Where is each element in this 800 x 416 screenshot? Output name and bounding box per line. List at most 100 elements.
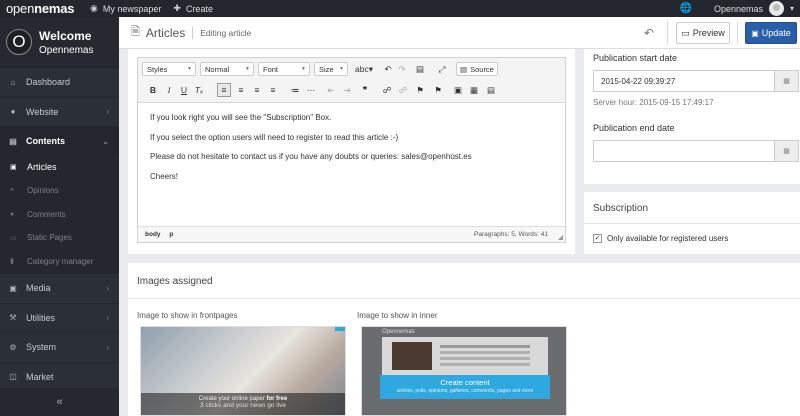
indent-icon[interactable]: ⇥ [341,83,353,97]
opennemas-logo[interactable]: opennemas [0,1,78,16]
sidebar-item-market[interactable]: ◫ Market [0,361,119,392]
flag-icon[interactable]: ⚑ [432,83,444,97]
registered-users-checkbox[interactable]: ✓ [593,234,602,243]
reply-back-icon[interactable]: ↶ [644,26,654,40]
align-justify-icon[interactable]: ≡ [267,83,279,97]
dashboard-icon: ◉ [90,3,98,13]
home-icon: ⌂ [10,77,16,87]
resize-handle[interactable] [558,235,563,240]
thumbnail-photo [392,342,432,370]
sidebar: O Welcome Opennemas ⌂ Dashboard ● Websit… [0,17,119,416]
sidebar-subitem-articles[interactable]: ▣ Articles [0,155,119,179]
sidebar-item-system[interactable]: ⚙ System › [0,332,119,362]
inner-image-thumbnail[interactable]: Opennemas Create content articles, polls… [361,326,567,416]
image-icon[interactable]: ▣ [452,83,464,97]
path-body[interactable]: body [145,231,161,238]
blockquote-icon[interactable]: ❞ [359,83,371,97]
preview-button[interactable]: ▭ Preview [676,22,730,44]
format-select[interactable]: Normal ▼ [200,62,254,76]
bold-icon[interactable]: B [147,83,159,97]
thumbnail-corner-badge [335,327,345,331]
sidebar-subitem-comments[interactable]: ● Comments [0,202,119,226]
link-icon[interactable]: ☍ [381,83,393,97]
caret-down-icon: ▼ [301,66,306,72]
styles-select[interactable]: Styles ▼ [142,62,196,76]
calendar-icon[interactable]: ▦ [774,141,798,161]
editor-content[interactable]: If you look right you will see the "Subs… [150,113,555,191]
path-p[interactable]: p [169,231,173,238]
welcome-name: Opennemas [39,44,94,56]
publication-panel: Publication start date 2015-04-22 09:39:… [584,49,800,184]
paragraph: If you look right you will see the "Subs… [150,113,332,122]
caret-down-icon: ▼ [187,66,192,72]
spellcheck-icon[interactable]: abc▾ [354,62,374,76]
sidebar-item-website[interactable]: ● Website › [0,96,119,127]
font-select[interactable]: Font ▼ [258,62,310,76]
frontpage-image-thumbnail[interactable]: Create your online paper for free 3 clic… [140,326,346,416]
align-right-icon[interactable]: ≡ [251,83,263,97]
undo-icon[interactable]: ↶ [382,62,394,76]
table-icon[interactable]: ▦ [468,83,480,97]
align-left-icon[interactable]: ≡ [217,83,231,97]
welcome-title: Welcome [39,28,92,43]
sidebar-subitem-opinions[interactable]: ❝ Opinions [0,179,119,203]
page-subtitle: Editing article [200,27,252,38]
sidebar-item-media[interactable]: ▣ Media › [0,273,119,303]
title-divider [192,26,194,39]
gears-icon: ⚙ [9,342,17,352]
my-newspaper-link[interactable]: ◉ My newspaper [90,3,161,14]
underline-icon[interactable]: U [178,83,190,97]
sidebar-item-contents[interactable]: ▤ Contents ⌄ [0,126,119,156]
numbered-list-icon[interactable]: ≔ [289,83,301,97]
subscription-title: Subscription [593,203,649,214]
sidebar-subitem-category-manager[interactable]: ▮ Category manager [0,249,119,273]
paragraph: Cheers! [150,171,179,181]
plus-icon: ✚ [173,3,181,13]
divider [128,298,800,299]
frontpage-image-label: Image to show in frontpages [137,311,238,320]
sidebar-item-utilities[interactable]: ⚒ Utilities › [0,302,119,333]
italic-icon[interactable]: I [163,83,175,97]
redo-icon[interactable]: ↷ [396,62,408,76]
page-icon: ▭ [10,234,17,242]
bullet-list-icon[interactable]: ⋯ [305,83,317,97]
horizontal-rule-icon[interactable]: ▤ [485,83,497,97]
chevron-right-icon: › [106,107,109,117]
inner-image-label: Image to show in inner [357,311,438,320]
maximize-icon[interactable]: ⤢ [436,62,448,76]
editor-status-bar: body p Paragraphs: 5, Words: 41 [138,226,565,242]
calendar-icon[interactable]: ▦ [774,71,798,91]
size-select[interactable]: Size ▼ [314,62,348,76]
globe-icon[interactable]: 🌐 [680,3,692,14]
end-date-input[interactable]: ▦ [593,140,799,162]
globe-icon: ● [10,107,16,117]
remove-format-icon[interactable]: Tₓ [193,83,205,97]
file-icon: ▣ [10,164,17,172]
sidebar-item-dashboard[interactable]: ⌂ Dashboard [0,67,119,97]
source-button[interactable]: ▤ Source [456,62,498,76]
chevron-right-icon: › [106,283,109,293]
welcome-avatar: O [6,29,32,55]
flag-anchor-icon[interactable]: ⚑ [414,83,426,97]
element-path: body p [138,231,180,238]
caret-down-icon[interactable]: ▾ [790,4,794,13]
user-avatar[interactable] [768,1,784,16]
outdent-icon[interactable]: ⇤ [325,83,337,97]
update-button[interactable]: ▣ Update [745,22,797,44]
unlink-icon[interactable]: ☍ [397,83,409,97]
user-name[interactable]: Opennemas [714,4,763,14]
header-divider [737,21,738,45]
align-center-icon[interactable]: ≡ [235,83,247,97]
collapse-sidebar-button[interactable]: « [0,388,119,416]
create-link[interactable]: ✚ Create [173,3,213,14]
images-title: Images assigned [137,276,213,287]
start-date-input[interactable]: 2015-04-22 09:39:27 ▦ [593,70,799,92]
registered-users-label[interactable]: Only available for registered users [607,234,728,243]
double-chevron-left-icon: « [56,396,63,408]
divider [584,223,800,224]
sidebar-subitem-static-pages[interactable]: ▭ Static Pages [0,226,119,250]
subscription-panel: Subscription ✓ Only available for regist… [584,192,800,254]
caret-down-icon: ▼ [245,66,250,72]
word-count: Paragraphs: 5, Words: 41 [474,231,548,238]
paste-icon[interactable]: ▤ [414,62,426,76]
